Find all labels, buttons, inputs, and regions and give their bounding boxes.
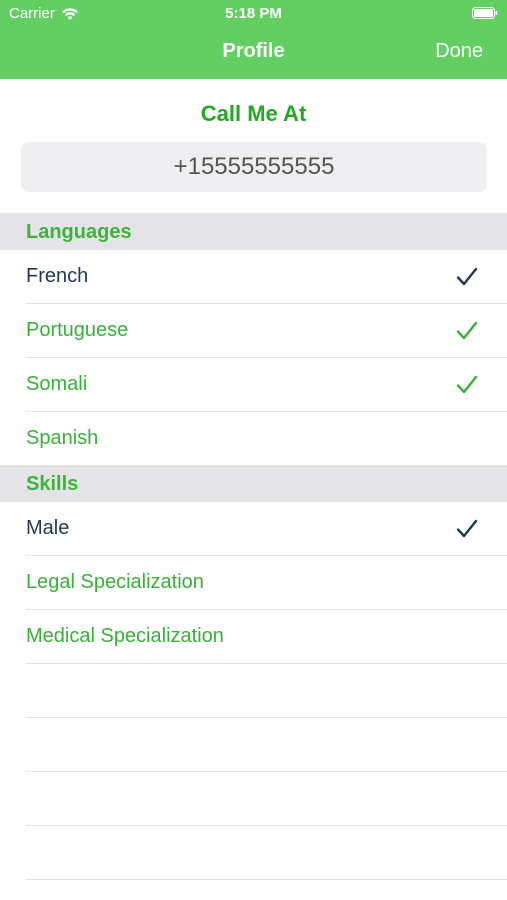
empty-row <box>26 664 507 718</box>
done-button[interactable]: Done <box>435 40 483 63</box>
checkmark-icon <box>456 267 478 286</box>
section-header-languages: Languages <box>0 213 507 250</box>
empty-row <box>26 826 507 880</box>
row-label: Male <box>26 517 70 539</box>
nav-bar: Profile Done <box>0 28 507 79</box>
status-bar: Carrier 5:18 PM <box>0 0 507 28</box>
call-me-at-title: Call Me At <box>200 101 307 126</box>
language-row-french[interactable]: French <box>26 250 507 304</box>
status-time: 5:18 PM <box>225 5 282 22</box>
row-label: Medical Specialization <box>26 625 224 647</box>
language-row-portuguese[interactable]: Portuguese <box>26 304 507 358</box>
section-header-skills: Skills <box>0 465 507 502</box>
battery-icon <box>472 7 498 19</box>
profile-table: Languages French Portuguese Somali Spani… <box>0 213 507 880</box>
checkmark-icon <box>456 519 478 538</box>
row-label: Somali <box>26 373 88 395</box>
checkmark-icon <box>456 375 478 394</box>
row-label: Legal Specialization <box>26 571 204 593</box>
row-label: French <box>26 265 89 287</box>
profile-screen: Carrier 5:18 PM Profile Done Call Me At … <box>0 0 507 900</box>
skill-row-medical-specialization[interactable]: Medical Specialization <box>26 610 507 664</box>
skill-row-legal-specialization[interactable]: Legal Specialization <box>26 556 507 610</box>
skill-row-male[interactable]: Male <box>26 502 507 556</box>
empty-row <box>26 718 507 772</box>
header: Carrier 5:18 PM Profile Done <box>0 0 507 79</box>
phone-number-field[interactable] <box>21 142 487 192</box>
language-row-spanish[interactable]: Spanish <box>26 412 507 465</box>
empty-row <box>26 772 507 826</box>
section-header-label: Languages <box>26 221 132 243</box>
checkmark-icon <box>456 321 478 340</box>
row-label: Portuguese <box>26 319 129 341</box>
language-row-somali[interactable]: Somali <box>26 358 507 412</box>
row-label: Spanish <box>26 427 99 449</box>
section-header-label: Skills <box>26 473 79 495</box>
page-title: Profile <box>222 40 285 62</box>
